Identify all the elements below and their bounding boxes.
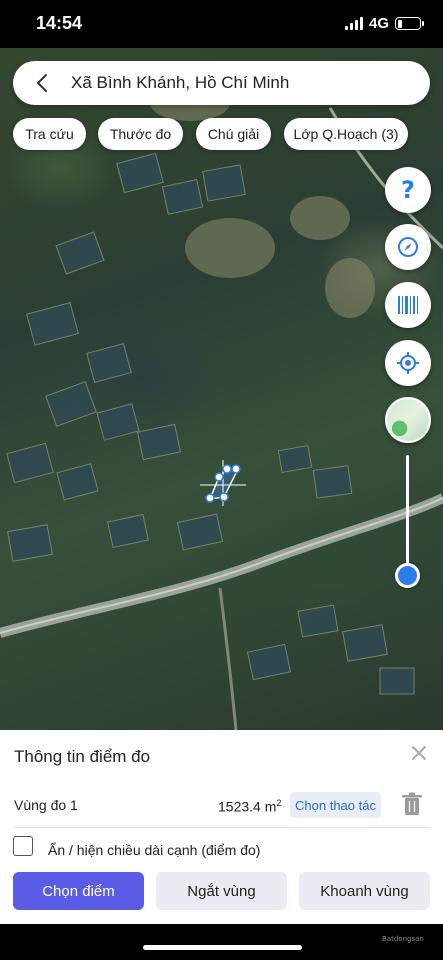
show-edge-length-checkbox[interactable] (13, 836, 33, 856)
home-indicator[interactable] (143, 945, 302, 950)
opacity-slider-track[interactable] (406, 455, 409, 573)
help-button[interactable]: ? (385, 167, 431, 213)
location-text: Xã Bình Khánh, Hồ Chí Minh (71, 73, 290, 92)
opacity-slider-thumb[interactable] (395, 563, 420, 588)
status-icons: 4G (344, 15, 424, 32)
chip-lookup[interactable]: Tra cứu (13, 118, 86, 150)
select-point-button[interactable]: Chọn điểm (13, 872, 144, 910)
battery-icon (395, 17, 424, 30)
map-layer-icon[interactable] (385, 397, 431, 443)
barcode-icon (398, 296, 418, 314)
location-search-bar[interactable]: Xã Bình Khánh, Hồ Chí Minh (13, 61, 430, 105)
measure-info-panel: Thông tin điểm đo Vùng đo 1 1523.4 m2 Ch… (0, 730, 443, 924)
network-type: 4G (368, 15, 389, 32)
home-area: Batdongsan (0, 924, 443, 960)
close-icon[interactable] (410, 744, 428, 762)
satellite-map[interactable] (0, 48, 443, 730)
question-icon: ? (401, 176, 415, 204)
crosshair-location-icon (397, 352, 419, 374)
watermark: Batdongsan (382, 935, 424, 943)
zone-area: 1523.4 m2 (218, 798, 282, 815)
compass-icon (398, 237, 418, 257)
map-terrain (0, 85, 443, 730)
zone-label: Vùng đo 1 (14, 797, 78, 813)
status-bar: 14:54 4G (0, 0, 443, 48)
signal-icon (344, 17, 363, 30)
choose-action-button[interactable]: Chọn thao tác (290, 792, 381, 818)
barcode-button[interactable] (385, 282, 431, 328)
draw-zone-button[interactable]: Khoanh vùng (299, 872, 430, 910)
trash-icon[interactable] (401, 792, 423, 816)
status-time: 14:54 (36, 13, 83, 33)
panel-title: Thông tin điểm đo (14, 747, 151, 766)
chevron-left-icon[interactable] (33, 73, 53, 93)
locate-button[interactable] (385, 340, 431, 386)
chip-legend[interactable]: Chú giải (196, 118, 271, 150)
divider (14, 827, 430, 828)
chip-planning-layers[interactable]: Lớp Q.Hoạch (3) (284, 118, 408, 150)
compass-button[interactable] (385, 224, 431, 270)
show-edge-length-label: Ẩn / hiện chiều dài cạnh (điểm đo) (48, 842, 261, 858)
disconnect-zone-button[interactable]: Ngắt vùng (156, 872, 287, 910)
chip-measure[interactable]: Thước đo (98, 118, 183, 150)
